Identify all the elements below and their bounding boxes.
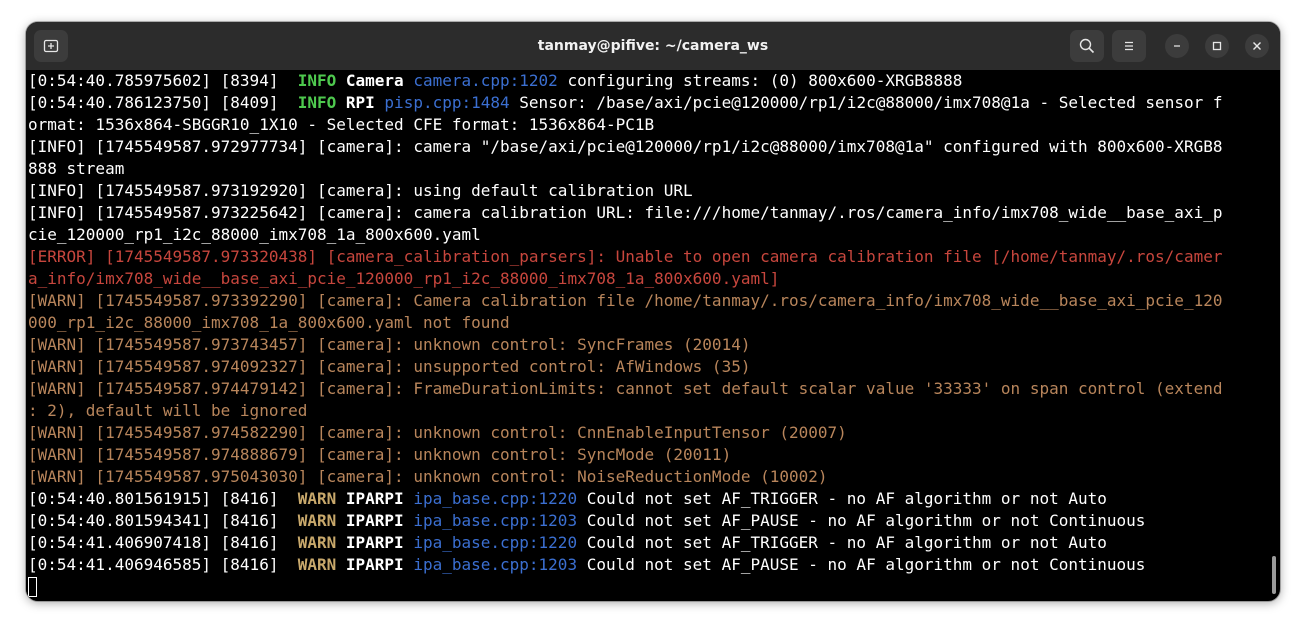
terminal-line: [WARN] [1745549587.975043030] [camera]: … [28, 466, 1268, 488]
title-bar: tanmay@pifive: ~/camera_ws [26, 22, 1280, 70]
terminal-line: ormat: 1536x864-SBGGR10_1X10 - Selected … [28, 114, 1268, 136]
scrollbar-thumb[interactable] [1272, 556, 1276, 594]
log-text: [INFO] [1745549587.972977734] [camera]: … [28, 137, 1223, 156]
log-source-file: pisp.cpp:1484 [384, 93, 510, 112]
log-message: Could not set AF_TRIGGER - no AF algorit… [577, 489, 1107, 508]
terminal-line: 888 stream [28, 158, 1268, 180]
terminal-window: tanmay@pifive: ~/camera_ws [0:54:40.7859… [26, 22, 1280, 601]
log-source-file: camera.cpp:1202 [413, 71, 558, 90]
log-module: RPI [336, 93, 385, 112]
terminal-line: [WARN] [1745549587.973743457] [camera]: … [28, 334, 1268, 356]
log-text: : 2), default will be ignored [28, 401, 308, 420]
terminal-line: [WARN] [1745549587.973392290] [camera]: … [28, 290, 1268, 312]
log-level: WARN [297, 511, 337, 530]
log-text: [WARN] [1745549587.974479142] [camera]: … [28, 379, 1223, 398]
log-message: Could not set AF_PAUSE - no AF algorithm… [577, 555, 1146, 574]
log-source-file: ipa_base.cpp:1220 [413, 489, 578, 508]
log-message: Sensor: /base/axi/pcie@120000/rp1/i2c@88… [509, 93, 1223, 112]
terminal-line: [0:54:40.801561915] [8416] WARN IPARPI i… [28, 488, 1268, 510]
terminal-line: [WARN] [1745549587.974479142] [camera]: … [28, 378, 1268, 400]
log-timestamp: [0:54:40.801594341] [8416] [28, 511, 298, 530]
log-message: configuring streams: (0) 800x600-XRGB888… [557, 71, 963, 90]
terminal-output[interactable]: [0:54:40.785975602] [8394] INFO Camera c… [26, 70, 1268, 601]
terminal-line: [INFO] [1745549587.973225642] [camera]: … [28, 202, 1268, 224]
log-module: IPARPI [336, 511, 414, 530]
log-text: [INFO] [1745549587.973192920] [camera]: … [28, 181, 693, 200]
minimize-button[interactable] [1165, 34, 1189, 58]
log-text: ormat: 1536x864-SBGGR10_1X10 - Selected … [28, 115, 655, 134]
prompt-line[interactable] [28, 576, 1268, 598]
menu-button[interactable] [1112, 30, 1146, 62]
terminal-line: [WARN] [1745549587.974582290] [camera]: … [28, 422, 1268, 444]
maximize-button[interactable] [1205, 34, 1229, 58]
terminal-line: [ERROR] [1745549587.973320438] [camera_c… [28, 246, 1268, 268]
log-message: Could not set AF_TRIGGER - no AF algorit… [577, 533, 1107, 552]
minimize-icon [1174, 45, 1180, 47]
terminal-line: 000_rp1_i2c_88000_imx708_1a_800x600.yaml… [28, 312, 1268, 334]
terminal-line: [0:54:41.406946585] [8416] WARN IPARPI i… [28, 554, 1268, 576]
search-icon [1079, 38, 1095, 54]
log-module: IPARPI [336, 533, 414, 552]
maximize-icon [1212, 41, 1222, 51]
log-module: IPARPI [336, 489, 414, 508]
log-text: 000_rp1_i2c_88000_imx708_1a_800x600.yaml… [28, 313, 510, 332]
log-source-file: ipa_base.cpp:1220 [413, 533, 578, 552]
terminal-line: [0:54:40.785975602] [8394] INFO Camera c… [28, 70, 1268, 92]
log-text: [WARN] [1745549587.973743457] [camera]: … [28, 335, 751, 354]
log-level: WARN [297, 555, 337, 574]
log-level: WARN [297, 533, 337, 552]
log-text: a_info/imx708_wide__base_axi_pcie_120000… [28, 269, 780, 288]
log-level: INFO [297, 71, 337, 90]
log-text: [WARN] [1745549587.973392290] [camera]: … [28, 291, 1223, 310]
log-module: IPARPI [336, 555, 414, 574]
log-text: 888 stream [28, 159, 125, 178]
hamburger-menu-icon [1125, 41, 1133, 51]
log-level: WARN [297, 489, 337, 508]
log-source-file: ipa_base.cpp:1203 [413, 511, 578, 530]
terminal-line: [WARN] [1745549587.974092327] [camera]: … [28, 356, 1268, 378]
terminal-line: [WARN] [1745549587.974888679] [camera]: … [28, 444, 1268, 466]
log-timestamp: [0:54:41.406907418] [8416] [28, 533, 298, 552]
log-timestamp: [0:54:41.406946585] [8416] [28, 555, 298, 574]
terminal-line: a_info/imx708_wide__base_axi_pcie_120000… [28, 268, 1268, 290]
log-level: INFO [297, 93, 337, 112]
terminal-line: [0:54:40.801594341] [8416] WARN IPARPI i… [28, 510, 1268, 532]
terminal-line: [INFO] [1745549587.973192920] [camera]: … [28, 180, 1268, 202]
terminal-line: [0:54:40.786123750] [8409] INFO RPI pisp… [28, 92, 1268, 114]
log-text: [WARN] [1745549587.974888679] [camera]: … [28, 445, 732, 464]
log-timestamp: [0:54:40.801561915] [8416] [28, 489, 298, 508]
log-text: [ERROR] [1745549587.973320438] [camera_c… [28, 247, 1223, 266]
terminal-line: [0:54:41.406907418] [8416] WARN IPARPI i… [28, 532, 1268, 554]
log-module: Camera [336, 71, 414, 90]
close-button[interactable] [1245, 34, 1269, 58]
terminal-line: : 2), default will be ignored [28, 400, 1268, 422]
search-button[interactable] [1070, 30, 1104, 62]
log-source-file: ipa_base.cpp:1203 [413, 555, 578, 574]
close-icon [1253, 42, 1261, 50]
text-cursor [28, 577, 37, 597]
log-timestamp: [0:54:40.785975602] [8394] [28, 71, 298, 90]
log-message: Could not set AF_PAUSE - no AF algorithm… [577, 511, 1146, 530]
log-text: cie_120000_rp1_i2c_88000_imx708_1a_800x6… [28, 225, 481, 244]
log-text: [WARN] [1745549587.974092327] [camera]: … [28, 357, 751, 376]
log-text: [WARN] [1745549587.975043030] [camera]: … [28, 467, 828, 486]
terminal-line: cie_120000_rp1_i2c_88000_imx708_1a_800x6… [28, 224, 1268, 246]
log-timestamp: [0:54:40.786123750] [8409] [28, 93, 298, 112]
terminal-line: [INFO] [1745549587.972977734] [camera]: … [28, 136, 1268, 158]
log-text: [WARN] [1745549587.974582290] [camera]: … [28, 423, 847, 442]
log-text: [INFO] [1745549587.973225642] [camera]: … [28, 203, 1223, 222]
